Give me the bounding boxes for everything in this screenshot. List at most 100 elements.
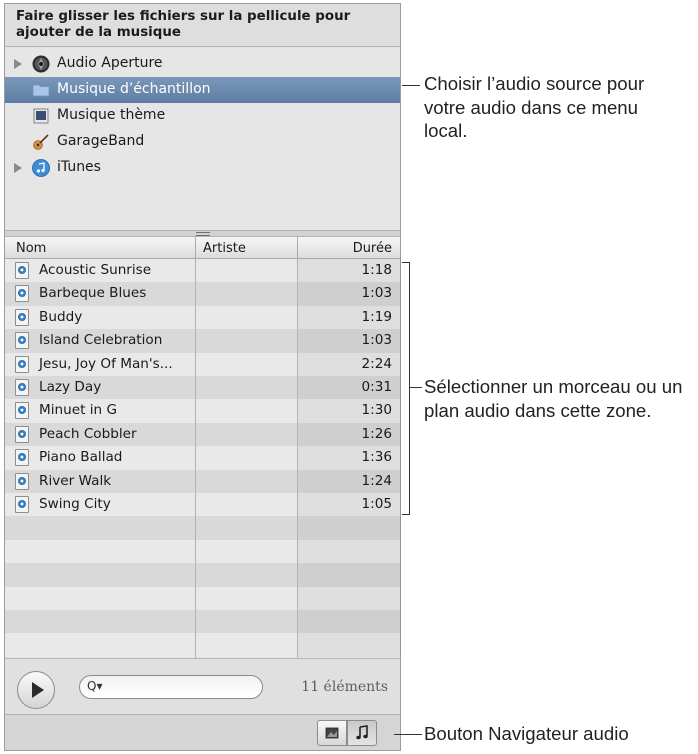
table-row[interactable]: Jesu, Joy Of Man's... 2:24 <box>5 352 401 376</box>
track-name: River Walk <box>39 472 112 489</box>
itunes-icon <box>32 159 50 177</box>
table-row[interactable]: Swing City 1:05 <box>5 493 401 517</box>
source-item-sample-music[interactable]: Musique d’échantillon <box>5 77 400 103</box>
table-row[interactable]: Island Celebration 1:03 <box>5 329 401 353</box>
track-name: Jesu, Joy Of Man's... <box>39 355 173 372</box>
track-name: Island Celebration <box>39 332 163 349</box>
track-name: Acoustic Sunrise <box>39 262 152 278</box>
audio-file-icon <box>15 308 29 326</box>
empty-row <box>5 563 401 587</box>
item-count: 11 éléments <box>301 679 388 695</box>
table-row[interactable]: Buddy 1:19 <box>5 305 401 330</box>
duration-column-shade <box>297 539 401 564</box>
source-list: Audio Aperture Musique d’échantillon Mus… <box>5 48 400 230</box>
audio-file-icon <box>15 472 29 490</box>
column-header-row: Nom Artiste Durée <box>5 237 400 259</box>
table-row[interactable]: River Walk 1:24 <box>5 469 401 493</box>
search-icon[interactable]: Q▾ <box>87 679 102 693</box>
source-label: GarageBand <box>57 133 145 149</box>
empty-row <box>5 516 401 540</box>
track-name: Buddy <box>39 308 83 325</box>
track-name: Swing City <box>39 496 111 512</box>
audio-file-icon <box>15 425 29 443</box>
audio-file-icon <box>15 379 29 396</box>
source-item-theme-music[interactable]: Musique thème <box>5 103 400 129</box>
track-name: Piano Ballad <box>39 449 123 466</box>
audio-file-icon <box>15 262 29 279</box>
play-button[interactable] <box>17 671 55 709</box>
column-header-duration[interactable]: Durée <box>353 241 392 256</box>
callout-source-menu: Choisir l’audio source pour votre audio … <box>424 73 645 141</box>
audio-file-icon <box>15 332 29 350</box>
grip-handle-icon[interactable] <box>196 232 210 236</box>
table-row[interactable]: Piano Ballad 1:36 <box>5 446 401 470</box>
source-item-itunes[interactable]: iTunes <box>5 155 400 181</box>
table-row[interactable]: Barbeque Blues 1:03 <box>5 282 401 306</box>
split-divider[interactable] <box>5 230 400 237</box>
callout-audio-button: Bouton Navigateur audio <box>424 723 629 744</box>
duration-column-shade <box>297 516 401 540</box>
track-duration: 1:36 <box>361 449 392 466</box>
browser-toolbar: Q▾ 11 éléments <box>5 658 400 714</box>
track-name: Barbeque Blues <box>39 285 147 302</box>
track-duration: 1:18 <box>361 262 392 278</box>
audio-file-icon <box>15 496 29 513</box>
track-name: Minuet in G <box>39 402 117 419</box>
column-header-artist[interactable]: Artiste <box>203 241 246 256</box>
audio-file-icon <box>15 402 29 420</box>
browser-switcher <box>5 714 400 750</box>
disclosure-triangle-icon[interactable] <box>14 163 22 173</box>
callout-line <box>402 85 420 86</box>
audio-file-icon <box>15 285 29 303</box>
track-duration: 1:24 <box>361 472 392 489</box>
duration-column-shade <box>297 586 401 610</box>
audio-file-icon <box>15 449 29 467</box>
source-label: Musique d’échantillon <box>57 81 211 97</box>
track-name: Lazy Day <box>39 379 102 395</box>
track-duration: 1:05 <box>361 496 392 512</box>
source-item-garageband[interactable]: GarageBand <box>5 129 400 155</box>
aperture-icon <box>32 55 50 73</box>
empty-row <box>5 633 401 657</box>
column-divider-line <box>297 259 298 658</box>
folder-icon <box>32 84 50 97</box>
table-row[interactable]: Acoustic Sunrise 1:18 <box>5 259 401 283</box>
empty-row <box>5 586 401 610</box>
track-duration: 1:26 <box>361 425 392 442</box>
column-header-name[interactable]: Nom <box>16 241 46 256</box>
track-duration: 2:24 <box>361 355 392 372</box>
drag-instruction: Faire glisser les fichiers sur la pellic… <box>16 9 351 40</box>
empty-row <box>5 610 401 634</box>
source-item-audio-aperture[interactable]: Audio Aperture <box>5 51 400 77</box>
search-field[interactable]: Q▾ <box>79 675 263 699</box>
callout-track-area: Sélectionner un morceau ou un plan audio… <box>424 376 683 421</box>
track-table: Nom Artiste Durée Acoustic Sunrise 1:18 Ba… <box>5 237 401 658</box>
column-separator[interactable] <box>297 237 298 258</box>
track-duration: 1:19 <box>361 308 392 325</box>
track-duration: 0:31 <box>361 379 392 395</box>
duration-column-shade <box>297 610 401 634</box>
guitar-icon <box>33 134 49 150</box>
column-separator[interactable] <box>195 237 196 258</box>
duration-column-shade <box>297 633 401 657</box>
panel-header: Faire glisser les fichiers sur la pellic… <box>5 4 400 47</box>
track-duration: 1:03 <box>361 332 392 349</box>
track-duration: 1:30 <box>361 402 392 419</box>
audio-browser-button[interactable] <box>347 720 377 746</box>
table-row[interactable]: Lazy Day 0:31 <box>5 376 401 400</box>
source-label: iTunes <box>57 159 101 175</box>
empty-row <box>5 539 401 564</box>
source-label: Musique thème <box>57 107 166 123</box>
callout-line <box>410 387 422 388</box>
track-name: Peach Cobbler <box>39 425 137 442</box>
audio-browser-panel: Faire glisser les fichiers sur la pellic… <box>4 3 401 751</box>
table-row[interactable]: Peach Cobbler 1:26 <box>5 422 401 447</box>
photo-browser-button[interactable] <box>317 720 347 746</box>
disclosure-triangle-icon[interactable] <box>14 59 22 69</box>
duration-column-shade <box>297 563 401 587</box>
table-row[interactable]: Minuet in G 1:30 <box>5 399 401 423</box>
source-label: Audio Aperture <box>57 55 163 71</box>
track-duration: 1:03 <box>361 285 392 302</box>
column-divider-line <box>195 259 196 658</box>
callout-bracket <box>402 262 410 515</box>
